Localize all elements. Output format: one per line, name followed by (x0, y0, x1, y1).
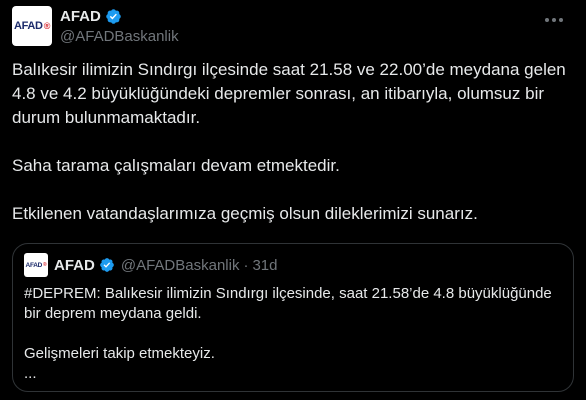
author-name-row: AFAD (60, 6, 122, 26)
quoted-author-display-name[interactable]: AFAD (54, 257, 95, 274)
quoted-avatar-logo: AFAD ® (25, 261, 47, 269)
author-display-name[interactable]: AFAD (60, 8, 101, 25)
avatar[interactable]: AFAD ® (12, 6, 52, 46)
more-options-button[interactable] (542, 10, 566, 30)
verified-badge-icon (100, 258, 114, 272)
quoted-tweet-header: AFAD ® AFAD @AFADBaskanlik · 31d (24, 253, 277, 277)
tweet-text: Balıkesir ilimizin Sındırgı ilçesinde sa… (12, 58, 578, 226)
quoted-author-handle[interactable]: @AFADBaskanlik (121, 257, 240, 274)
quoted-tweet-text: #DEPREM: Balıkesir ilimizin Sındırgı ilç… (24, 284, 564, 384)
separator-dot: · (243, 256, 249, 274)
quoted-tweet[interactable]: AFAD ® AFAD @AFADBaskanlik · 31d #DEPREM:… (12, 243, 574, 392)
quoted-avatar[interactable]: AFAD ® (24, 253, 48, 277)
verified-badge-icon (106, 8, 121, 24)
tweet-header: AFAD ® AFAD @AFADBaskanlik (12, 4, 574, 48)
tweet-paragraph: Saha tarama çalışmaları devam etmektedir… (12, 156, 340, 175)
author-handle[interactable]: @AFADBaskanlik (60, 28, 179, 45)
avatar-logo: AFAD ® (13, 20, 51, 32)
more-options-icon (545, 18, 563, 22)
tweet-paragraph: Etkilenen vatandaşlarımıza geçmiş olsun … (12, 204, 478, 223)
quoted-paragraph: ... (24, 365, 37, 382)
tweet-paragraph: Balıkesir ilimizin Sındırgı ilçesinde sa… (12, 60, 566, 127)
quoted-paragraph: #DEPREM: Balıkesir ilimizin Sındırgı ilç… (24, 285, 552, 322)
quoted-paragraph: Gelişmeleri takip etmekteyiz. (24, 345, 215, 362)
quoted-timestamp[interactable]: 31d (252, 257, 277, 274)
